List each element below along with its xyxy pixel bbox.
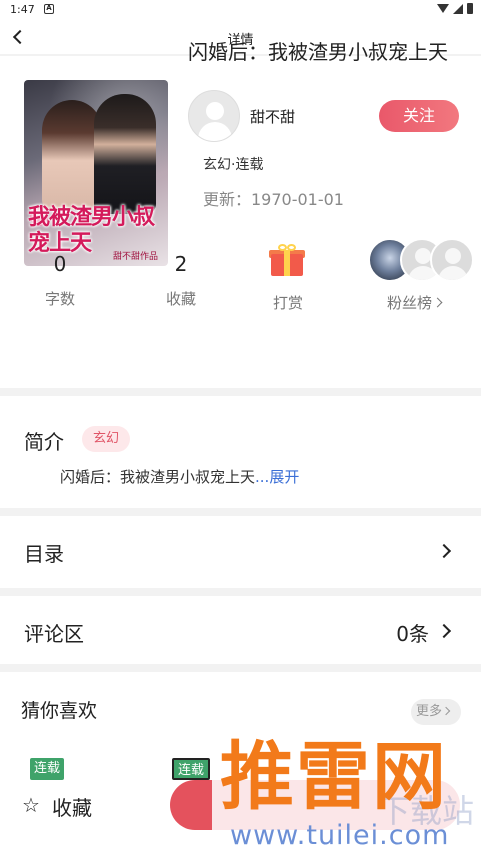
tip-label[interactable]: 打赏 <box>238 292 338 313</box>
author-avatar[interactable] <box>188 90 240 142</box>
chevron-right-icon <box>436 543 452 559</box>
star-icon[interactable]: ☆ <box>22 793 40 817</box>
chevron-right-icon <box>436 623 452 639</box>
gift-bow-left <box>278 244 287 251</box>
fans-ranking-link[interactable]: 粉丝榜 <box>387 292 443 313</box>
intro-title: 简介 <box>24 430 64 454</box>
catalog-row[interactable]: 目录 <box>0 516 481 588</box>
more-button[interactable]: 更多 <box>411 699 461 725</box>
fan-avatar-head <box>445 248 461 264</box>
fans-avatars[interactable] <box>368 238 478 284</box>
book-title: 闪婚后：我被渣男小叔宠上天 <box>188 40 448 64</box>
chevron-right-icon <box>432 297 443 308</box>
comments-title: 评论区 <box>24 622 84 646</box>
battery-icon <box>467 3 473 14</box>
stat-collections[interactable]: 2 收藏 <box>131 236 231 309</box>
expand-link[interactable]: ...展开 <box>255 468 299 486</box>
watermark-url: www.tuilei.com <box>230 820 450 851</box>
stat-words: 0 字数 <box>10 236 110 309</box>
intro-text: 闪婚后：我被渣男小叔宠上天...展开 <box>60 466 299 487</box>
fans-ranking-label: 粉丝榜 <box>387 294 433 312</box>
follow-button[interactable]: 关注 <box>379 100 459 132</box>
notification-icon: A <box>44 4 54 14</box>
comments-count: 0条 <box>396 622 429 646</box>
watermark-title: 推雷网 <box>220 734 448 820</box>
genre-tag[interactable]: 玄幻 <box>82 426 131 452</box>
intro-section: 简介 玄幻 闪婚后：我被渣男小叔宠上天...展开 <box>0 396 481 508</box>
author-name[interactable]: 甜不甜 <box>250 106 295 127</box>
collection-count: 2 <box>174 252 188 276</box>
gift-bow-right <box>287 244 296 251</box>
watermark-logo: 下载站 推雷网 www.tuilei.com <box>212 734 481 855</box>
intro-summary: 闪婚后：我被渣男小叔宠上天 <box>60 468 256 486</box>
fan-avatar-body <box>438 266 468 280</box>
cover-figure-left <box>42 100 102 210</box>
catalog-title: 目录 <box>24 542 64 566</box>
book-tags: 玄幻·连载 <box>203 157 264 173</box>
recommend-title: 猜你喜欢 <box>21 700 98 722</box>
more-label: 更多 <box>416 704 443 719</box>
status-bar: 1:47 A <box>0 0 481 22</box>
collect-button[interactable]: 收藏 <box>52 792 92 821</box>
collection-label: 收藏 <box>165 290 196 308</box>
word-count-label: 字数 <box>44 290 75 308</box>
status-time: 1:47 <box>10 3 35 16</box>
comments-row[interactable]: 评论区 0条 <box>0 596 481 664</box>
cover-figure-right <box>94 94 156 214</box>
wifi-icon <box>437 4 449 13</box>
gift-ribbon <box>284 250 290 276</box>
system-icons <box>437 3 473 14</box>
avatar-body <box>198 122 232 141</box>
gift-icon[interactable] <box>269 244 305 276</box>
chevron-right-icon <box>441 706 451 716</box>
book-detail-page: 1:47 A 详情 闪婚后 我被渣男小叔宠上天 甜不甜作品 闪婚后：我被渣男小叔… <box>0 0 481 855</box>
fan-avatar <box>430 238 474 282</box>
serial-badge: 连载 <box>172 758 211 780</box>
word-count: 0 <box>53 252 67 276</box>
fan-avatar-head <box>415 248 431 264</box>
serial-badge: 连载 <box>30 758 65 780</box>
update-date: 更新：1970-01-01 <box>203 190 344 209</box>
avatar-head <box>206 102 224 120</box>
signal-icon <box>453 3 463 14</box>
